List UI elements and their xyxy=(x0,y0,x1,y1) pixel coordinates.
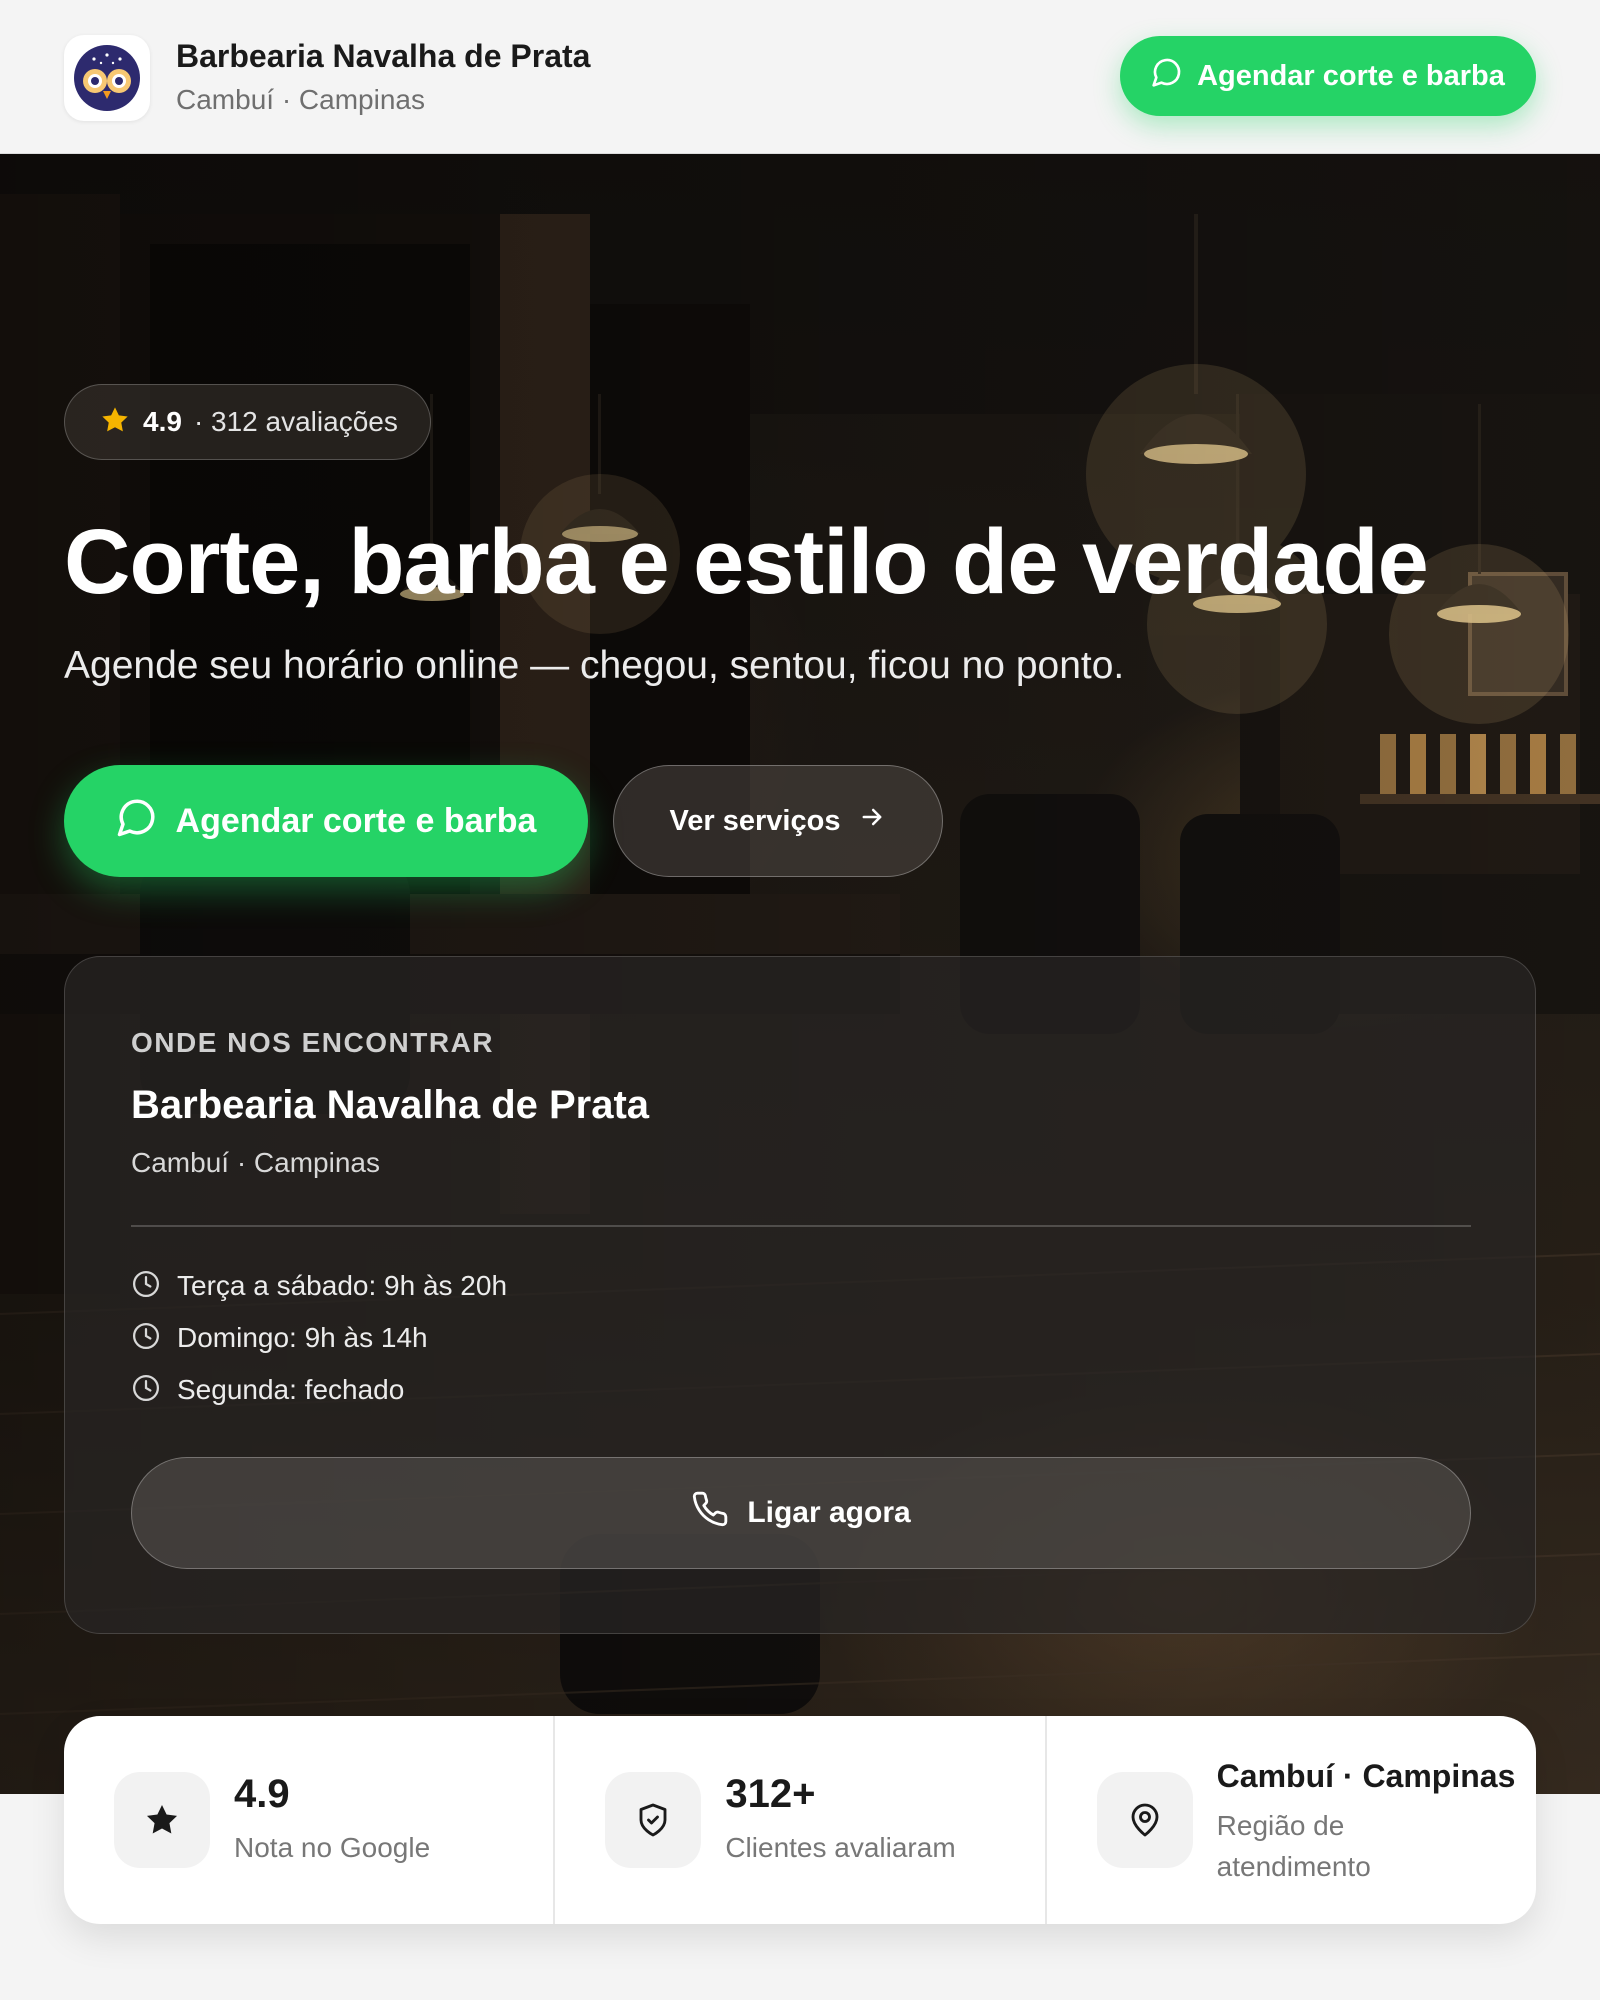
owl-icon[interactable] xyxy=(64,35,150,121)
hero-section: 4.9 · 312 avaliações Corte, barba e esti… xyxy=(0,154,1600,1794)
rating-count: · 312 avaliações xyxy=(193,406,398,437)
hours-text: Segunda: fechado xyxy=(177,1374,405,1405)
call-now-button[interactable]: Ligar agora xyxy=(131,1457,1471,1569)
header-book-button[interactable]: Agendar corte e barba xyxy=(1120,36,1536,116)
location-subtitle: Cambuí · Campinas xyxy=(131,1147,380,1178)
hero-book-button[interactable]: Agendar corte e barba xyxy=(64,765,588,877)
stat-value: Cambuí · Campinas xyxy=(1216,1758,1516,1794)
map-pin-icon xyxy=(1096,1772,1193,1868)
header-book-label: Agendar corte e barba xyxy=(1197,59,1505,92)
location-title: Barbearia Navalha de Prata xyxy=(131,1083,650,1127)
site-header: Barbearia Navalha de Prata Cambuí · Camp… xyxy=(0,0,1600,154)
stat-label: Região de atendimento xyxy=(1216,1810,1371,1882)
stat-region: Cambuí · Campinas Região de atendimento xyxy=(1044,1716,1536,1924)
brand-location: Cambuí · Campinas xyxy=(176,84,425,115)
shield-check-icon xyxy=(605,1772,702,1868)
clock-icon xyxy=(131,1269,161,1304)
stat-reviews: 312+ Clientes avaliaram xyxy=(553,1716,1044,1924)
hours-row: Domingo: 9h às 14h xyxy=(131,1321,507,1356)
arrow-right-icon xyxy=(858,803,886,839)
rating-value: 4.9 xyxy=(143,406,182,437)
hours-text: Domingo: 9h às 14h xyxy=(177,1322,428,1353)
hero-book-label: Agendar corte e barba xyxy=(175,801,537,840)
hero-title: Corte, barba e estilo de verdade xyxy=(64,511,1429,613)
stat-label: Clientes avaliaram xyxy=(725,1832,956,1863)
stat-rating: 4.9 Nota no Google xyxy=(64,1716,553,1924)
whatsapp-icon xyxy=(1151,56,1183,96)
hours-text: Terça a sábado: 9h às 20h xyxy=(177,1270,508,1301)
stat-value: 312+ xyxy=(725,1772,816,1816)
divider xyxy=(131,1225,1471,1227)
hours-row: Terça a sábado: 9h às 20h xyxy=(131,1269,508,1304)
stats-bar: 4.9 Nota no Google 312+ Clientes avaliar… xyxy=(64,1716,1536,1924)
rating-badge: 4.9 · 312 avaliações xyxy=(64,384,431,460)
call-now-label: Ligar agora xyxy=(747,1496,911,1529)
hours-row: Segunda: fechado xyxy=(131,1373,507,1408)
star-icon xyxy=(99,404,131,441)
stat-value: 4.9 xyxy=(234,1772,290,1816)
location-card: ONDE NOS ENCONTRAR Barbearia Navalha de … xyxy=(64,956,1536,1634)
location-eyebrow: ONDE NOS ENCONTRAR xyxy=(131,1027,495,1058)
clock-icon xyxy=(131,1373,161,1408)
clock-icon xyxy=(131,1321,161,1356)
view-services-button[interactable]: Ver serviços xyxy=(613,765,943,877)
star-icon xyxy=(114,1772,210,1868)
hero-subtitle: Agende seu horário online — chegou, sent… xyxy=(64,644,1125,687)
phone-icon xyxy=(691,1490,729,1536)
brand-name: Barbearia Navalha de Prata xyxy=(176,38,591,74)
view-services-label: Ver serviços xyxy=(669,804,841,837)
opening-hours-list: Terça a sábado: 9h às 20h Domingo: 9h às… xyxy=(131,1269,508,1408)
whatsapp-icon xyxy=(116,796,158,847)
stat-label: Nota no Google xyxy=(234,1832,431,1863)
